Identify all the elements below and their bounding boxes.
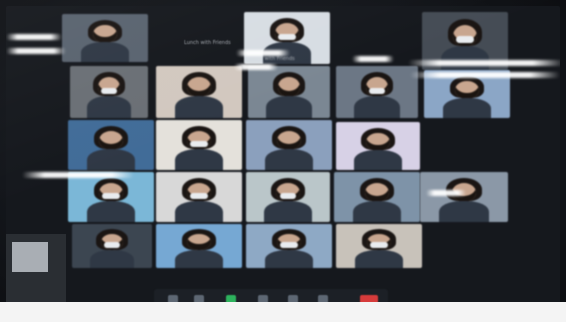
participant-tile	[156, 224, 242, 268]
participant-tile	[156, 66, 242, 118]
glare-reflection	[352, 56, 394, 62]
glare-reflection	[6, 34, 62, 40]
video-call-photo: Lunch with Friends Lunch with Friends	[0, 0, 566, 322]
glare-reflection	[22, 172, 134, 178]
participant-tile	[248, 66, 330, 118]
participant-tile	[336, 224, 422, 268]
glare-reflection	[410, 72, 560, 78]
glare-reflection	[236, 50, 290, 56]
monitor-bezel	[0, 302, 566, 322]
participant-tile	[334, 172, 420, 222]
participant-tile: Lunch with Friends	[244, 12, 330, 64]
glare-reflection	[234, 64, 278, 70]
participant-tile	[420, 172, 508, 222]
participant-tile	[246, 172, 330, 222]
participant-tile	[156, 172, 242, 222]
participant-tile	[246, 120, 332, 170]
participant-tile	[336, 66, 418, 118]
glare-reflection	[426, 190, 466, 196]
wall-panel	[12, 242, 48, 272]
participant-tile	[336, 122, 420, 170]
participant-tile	[156, 120, 242, 170]
participant-tile	[246, 224, 332, 268]
participant-tile	[68, 172, 154, 222]
monitor-screen: Lunch with Friends Lunch with Friends	[6, 6, 560, 314]
glare-reflection	[408, 60, 560, 66]
room-wall	[6, 234, 66, 306]
participant-tile	[62, 14, 148, 62]
participant-tile	[72, 224, 152, 268]
participant-tile	[70, 66, 148, 118]
participant-name: Lunch with Friends	[248, 56, 295, 62]
participant-tile	[68, 120, 154, 170]
meeting-title: Lunch with Friends	[184, 40, 231, 46]
glare-reflection	[6, 48, 66, 54]
